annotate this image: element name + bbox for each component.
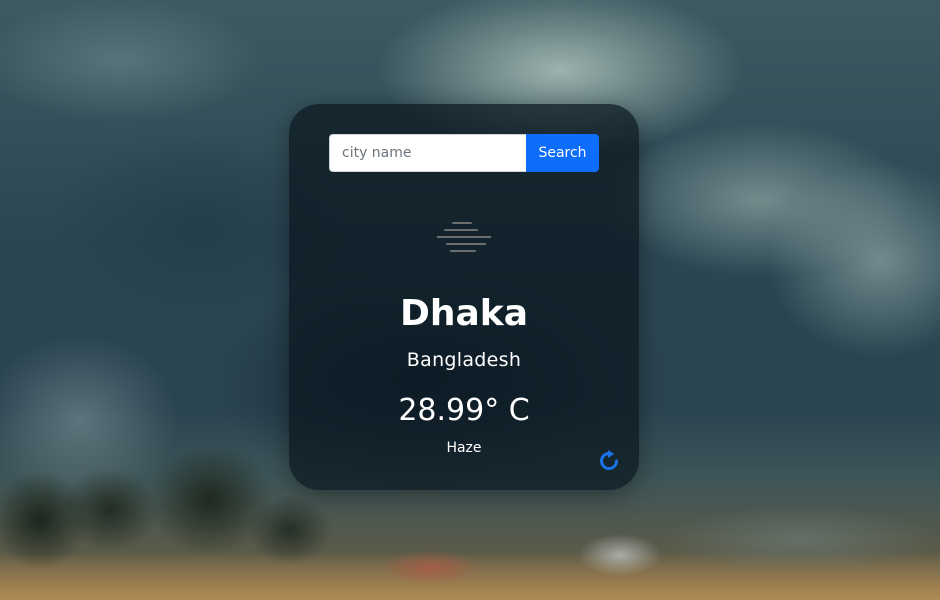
weather-card: Search Dhaka Bangladesh 28.99° C Haze bbox=[289, 104, 639, 490]
city-search-input[interactable] bbox=[329, 134, 526, 172]
country-name: Bangladesh bbox=[406, 349, 522, 371]
city-name: Dhaka bbox=[399, 293, 529, 334]
refresh-button[interactable] bbox=[598, 450, 620, 472]
haze-icon bbox=[437, 222, 491, 252]
search-bar: Search bbox=[329, 134, 599, 172]
temperature-value: 28.99° C bbox=[398, 393, 530, 428]
search-button[interactable]: Search bbox=[526, 134, 599, 172]
weather-condition: Haze bbox=[446, 440, 482, 456]
refresh-icon bbox=[600, 450, 618, 470]
